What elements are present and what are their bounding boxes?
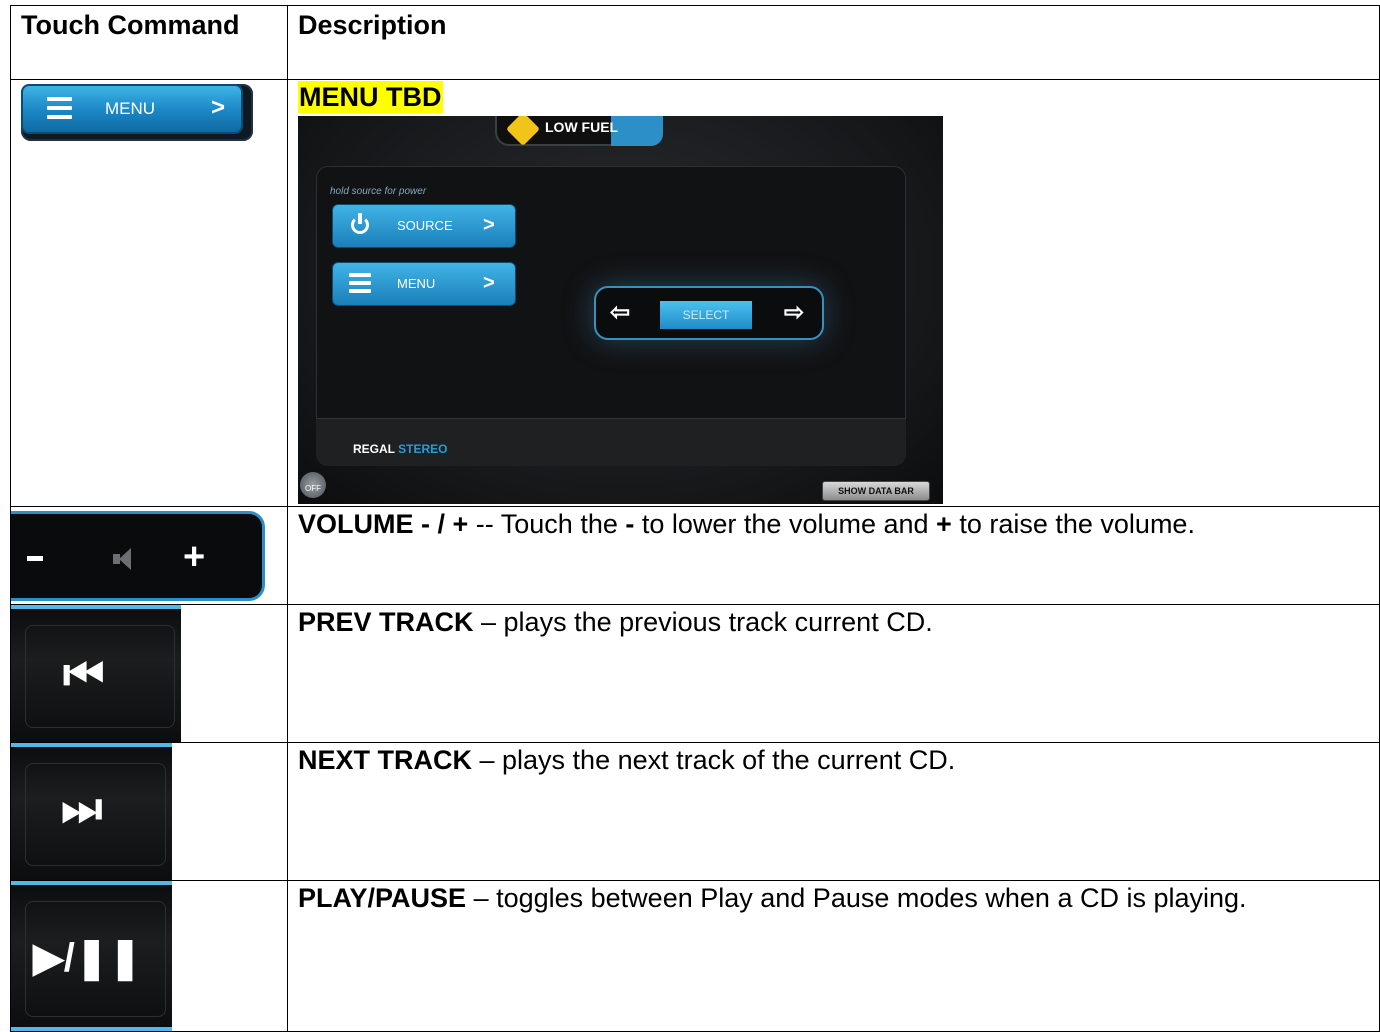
play-pause-icon: ▶/❚❚ xyxy=(33,936,142,980)
low-fuel-label: LOW FUEL xyxy=(545,119,619,135)
tab-accent xyxy=(611,116,663,146)
play-command-cell: ▶/❚❚ xyxy=(10,880,288,1032)
play-description-cell: PLAY/PAUSE – toggles between Play and Pa… xyxy=(287,880,1380,1032)
right-arrow-icon[interactable]: ⇨ xyxy=(784,299,804,327)
chevron-right-icon: > xyxy=(483,214,495,236)
volume-text-3: to raise the volume. xyxy=(951,509,1195,539)
prev-text: – plays the previous track current CD. xyxy=(473,607,933,637)
prev-title: PREV TRACK xyxy=(298,607,474,637)
volume-text-1: -- Touch the xyxy=(468,509,626,539)
menu-button[interactable]: MENU > xyxy=(21,84,253,141)
menu-button-face: MENU > xyxy=(21,84,243,134)
off-button[interactable]: OFF xyxy=(300,472,326,498)
play-pause-button[interactable]: ▶/❚❚ xyxy=(11,881,172,1031)
hamburger-icon xyxy=(47,97,72,124)
volume-text-2: to lower the volume and xyxy=(634,509,937,539)
prev-command-cell: ⏮ xyxy=(10,604,288,743)
speaker-icon xyxy=(113,548,131,570)
left-arrow-icon[interactable]: ⇦ xyxy=(610,299,630,327)
next-track-icon: ⏭ xyxy=(61,782,103,834)
play-text: – toggles between Play and Pause modes w… xyxy=(466,883,1247,913)
play-title: PLAY/PAUSE xyxy=(298,883,467,913)
source-button-label: SOURCE xyxy=(397,218,453,233)
button-top-accent xyxy=(11,881,172,885)
button-top-accent xyxy=(11,605,181,609)
next-command-cell: ⏭ xyxy=(10,742,288,881)
table-row-next-track: ⏭ NEXT TRACK – plays the next track of t… xyxy=(10,742,1380,881)
volume-command-cell: + xyxy=(10,506,288,605)
brand-label: REGAL STEREO xyxy=(353,442,447,456)
next-track-button[interactable]: ⏭ xyxy=(11,743,172,880)
menu-description-cell: MENU TBD LOW FUEL hold source for power … xyxy=(287,79,1380,507)
chevron-right-icon: > xyxy=(483,272,495,294)
source-button[interactable]: SOURCE > xyxy=(332,204,516,248)
next-title: NEXT TRACK xyxy=(298,745,472,775)
header-row: Touch Command Description xyxy=(10,5,1380,80)
table-row-volume: + VOLUME - / + -- Touch the - to lower t… xyxy=(10,506,1380,605)
touch-command-table: Touch Command Description MENU > MENU TB… xyxy=(10,5,1380,1032)
hamburger-icon xyxy=(349,273,371,297)
select-control: ⇦ SELECT ⇨ xyxy=(594,286,824,340)
volume-minus-button[interactable] xyxy=(27,556,43,561)
volume-plus-symbol: + xyxy=(936,509,952,539)
screen-menu-label: MENU xyxy=(397,276,436,291)
prev-description-cell: PREV TRACK – plays the previous track cu… xyxy=(287,604,1380,743)
table-row-play-pause: ▶/❚❚ PLAY/PAUSE – toggles between Play a… xyxy=(10,880,1380,1032)
stereo-screenshot: LOW FUEL hold source for power SOURCE > … xyxy=(298,116,943,504)
next-description-cell: NEXT TRACK – plays the next track of the… xyxy=(287,742,1380,881)
prev-track-icon: ⏮ xyxy=(63,648,105,700)
show-data-bar-button[interactable]: SHOW DATA BAR xyxy=(822,481,930,501)
table-row-prev-track: ⏮ PREV TRACK – plays the previous track … xyxy=(10,604,1380,743)
power-icon xyxy=(351,213,369,234)
table-row-menu: MENU > MENU TBD LOW FUEL hold source for… xyxy=(10,79,1380,507)
low-fuel-tab: LOW FUEL xyxy=(495,116,663,146)
brand-stereo: STEREO xyxy=(398,442,448,456)
volume-description-cell: VOLUME - / + -- Touch the - to lower the… xyxy=(287,506,1380,605)
button-bottom-accent xyxy=(11,1027,172,1031)
brand-regal: REGAL xyxy=(353,442,395,456)
next-text: – plays the next track of the current CD… xyxy=(472,745,956,775)
chevron-right-icon: > xyxy=(211,94,226,121)
select-button[interactable]: SELECT xyxy=(660,301,752,329)
fuel-warning-icon xyxy=(506,116,540,146)
prev-track-button[interactable]: ⏮ xyxy=(11,605,181,742)
volume-title: VOLUME - / + xyxy=(298,509,469,539)
volume-plus-button[interactable]: + xyxy=(183,538,205,576)
button-top-accent xyxy=(11,743,172,747)
source-hint: hold source for power xyxy=(330,186,427,197)
menu-title: MENU TBD xyxy=(298,81,443,113)
menu-button-label: MENU xyxy=(105,99,156,118)
menu-command-cell: MENU > xyxy=(10,79,288,507)
header-description: Description xyxy=(287,5,1380,80)
volume-control: + xyxy=(11,511,265,601)
screen-menu-button[interactable]: MENU > xyxy=(332,262,516,306)
header-touch-command: Touch Command xyxy=(10,5,288,80)
